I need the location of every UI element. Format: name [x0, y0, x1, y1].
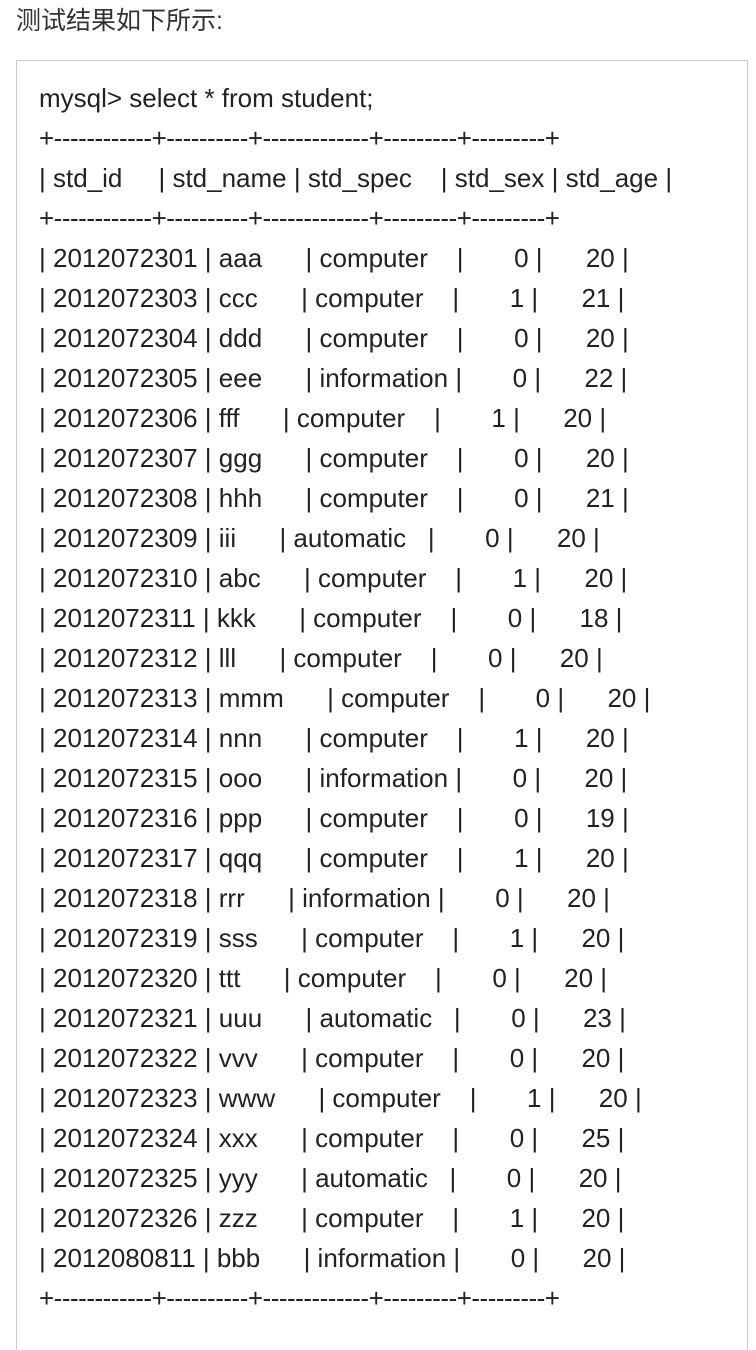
code-line-row: | 2012072326 | zzz | computer | 1 | 20 |	[39, 1203, 625, 1233]
code-line-row: | 2012072313 | mmm | computer | 0 | 20 |	[39, 683, 651, 713]
code-line-row: | 2012072310 | abc | computer | 1 | 20 |	[39, 563, 628, 593]
code-line-row: | 2012072301 | aaa | computer | 0 | 20 |	[39, 243, 629, 273]
code-line-row: | 2012072321 | uuu | automatic | 0 | 23 …	[39, 1003, 626, 1033]
code-lines: mysql> select * from student; +---------…	[39, 78, 672, 1318]
code-line-row: | 2012072317 | qqq | computer | 1 | 20 |	[39, 843, 629, 873]
code-line-separator: +------------+----------+-------------+-…	[39, 123, 560, 153]
code-line-row: | 2012072320 | ttt | computer | 0 | 20 |	[39, 963, 608, 993]
code-line-row: | 2012072306 | fff | computer | 1 | 20 |	[39, 403, 607, 433]
code-line-row: | 2012072311 | kkk | computer | 0 | 18 |	[39, 603, 623, 633]
code-line-row: | 2012080811 | bbb | information | 0 | 2…	[39, 1243, 626, 1273]
code-line-header: | std_id | std_name | std_spec | std_sex…	[39, 163, 673, 193]
code-line-separator: +------------+----------+-------------+-…	[39, 1283, 560, 1313]
result-caption: 测试结果如下所示:	[16, 7, 223, 35]
code-block: mysql> select * from student; +---------…	[16, 60, 748, 1350]
code-line-row: | 2012072325 | yyy | automatic | 0 | 20 …	[39, 1163, 622, 1193]
code-line-row: | 2012072304 | ddd | computer | 0 | 20 |	[39, 323, 629, 353]
code-line-row: | 2012072305 | eee | information | 0 | 2…	[39, 363, 628, 393]
code-line-row: | 2012072323 | www | computer | 1 | 20 |	[39, 1083, 642, 1113]
code-line-separator: +------------+----------+-------------+-…	[39, 203, 560, 233]
code-line-row: | 2012072307 | ggg | computer | 0 | 20 |	[39, 443, 629, 473]
code-line-row: | 2012072309 | iii | automatic | 0 | 20 …	[39, 523, 600, 553]
code-line-row: | 2012072312 | lll | computer | 0 | 20 |	[39, 643, 603, 673]
code-line-row: | 2012072315 | ooo | information | 0 | 2…	[39, 763, 628, 793]
code-line-row: | 2012072319 | sss | computer | 1 | 20 |	[39, 923, 625, 953]
code-line-row: | 2012072303 | ccc | computer | 1 | 21 |	[39, 283, 625, 313]
code-line-row: | 2012072314 | nnn | computer | 1 | 20 |	[39, 723, 629, 753]
code-line-row: | 2012072318 | rrr | information | 0 | 2…	[39, 883, 610, 913]
code-line-row: | 2012072324 | xxx | computer | 0 | 25 |	[39, 1123, 625, 1153]
code-line-row: | 2012072316 | ppp | computer | 0 | 19 |	[39, 803, 629, 833]
code-line-row: | 2012072322 | vvv | computer | 0 | 20 |	[39, 1043, 625, 1073]
code-line-command: mysql> select * from student;	[39, 83, 374, 113]
code-line-row: | 2012072308 | hhh | computer | 0 | 21 |	[39, 483, 629, 513]
